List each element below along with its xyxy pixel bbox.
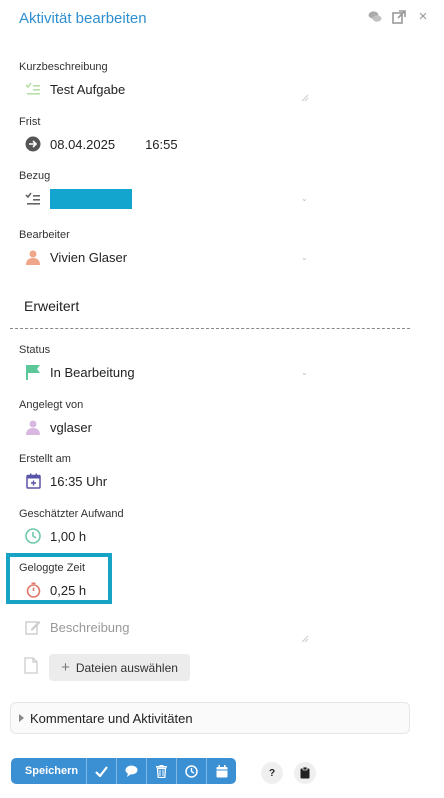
save-button[interactable]: Speichern [11,758,87,784]
edit-icon [24,618,42,636]
field-label: Geschätzter Aufwand [19,508,124,520]
external-link-icon[interactable] [392,10,406,24]
flag-icon [24,363,42,381]
trash-icon [156,764,167,778]
field-label: Frist [19,116,41,128]
field-status: Status In Bearbeitung ⌄ [19,344,319,384]
field-label: Status [19,344,51,356]
time-log-button[interactable] [177,758,207,784]
complete-button[interactable] [87,758,117,784]
comments-activities-toggle[interactable]: Kommentare und Aktivitäten [10,702,410,734]
section-title-erweitert[interactable]: Erweitert [24,298,79,314]
user-icon [24,248,42,266]
field-beschreibung: Beschreibung [19,618,319,643]
field-label: Bearbeiter [19,229,70,241]
caret-right-icon [19,714,24,722]
delete-button[interactable] [147,758,177,784]
clock-icon [24,527,42,545]
field-label: Angelegt von [19,399,84,411]
check-icon [95,765,108,777]
field-geschaetzter-aufwand: Geschätzter Aufwand 1,00 h [19,508,319,548]
field-bearbeiter: Bearbeiter Vivien Glaser ⌄ [19,229,319,269]
select-files-button[interactable]: + Dateien auswählen [49,654,190,681]
plus-icon: + [61,659,70,676]
checklist-icon [24,190,42,208]
clipboard-button[interactable] [294,762,316,784]
aufwand-input[interactable]: 1,00 h [19,527,309,545]
field-frist: Frist 08.04.2025 16:55 [19,116,319,156]
clipboard-icon [300,767,310,779]
comment-icon [125,765,138,777]
calendar-icon [216,764,227,777]
bearbeiter-select[interactable]: Vivien Glaser [19,248,309,266]
chevron-down-icon[interactable]: ⌄ [301,253,308,262]
file-icon [24,657,40,675]
resize-handle-icon[interactable] [301,89,309,102]
frist-date-input[interactable]: 08.04.2025 [50,137,115,152]
chat-icon[interactable] [368,10,382,24]
calendar-button[interactable] [207,758,236,784]
chevron-down-icon[interactable]: ⌄ [301,368,308,377]
help-button[interactable]: ? [261,762,283,784]
section-divider [10,328,410,329]
field-label: Kurzbeschreibung [19,61,108,73]
comments-label: Kommentare und Aktivitäten [30,710,193,726]
dialog-title: Aktivität bearbeiten [19,10,147,27]
clock-icon [185,764,198,778]
chevron-down-icon[interactable]: ⌄ [301,194,308,203]
calendar-plus-icon [24,472,42,490]
user-icon [24,418,42,436]
resize-handle-icon[interactable] [301,630,309,643]
aufwand-value: 1,00 h [50,528,87,544]
frist-time-input[interactable]: 16:55 [145,137,178,152]
bezug-value-chip [50,189,132,209]
beschreibung-placeholder: Beschreibung [50,619,130,635]
field-kurzbeschreibung: Kurzbeschreibung Test Aufgabe [19,61,319,102]
field-label: Erstellt am [19,453,71,465]
help-label: ? [268,767,276,779]
highlight-box [6,553,112,604]
save-label: Speichern [24,765,79,777]
bearbeiter-value: Vivien Glaser [50,249,128,265]
field-erstellt-am: Erstellt am 16:35 Uhr [19,453,319,493]
close-icon[interactable]: × [416,9,430,24]
erstellt-am-value: 16:35 Uhr [50,473,108,489]
checklist-icon [24,80,42,98]
bezug-select[interactable] [19,189,309,209]
select-files-label: Dateien auswählen [75,660,178,675]
field-label: Bezug [19,170,51,182]
field-bezug: Bezug ⌄ [19,170,319,210]
arrow-circle-icon [24,135,42,153]
beschreibung-input[interactable]: Beschreibung [19,618,130,636]
comment-button[interactable] [117,758,147,784]
action-toolbar: Speichern [11,758,236,784]
status-select[interactable]: In Bearbeitung [19,363,309,381]
status-value: In Bearbeitung [50,364,135,380]
field-angelegt-von: Angelegt von vglaser [19,399,319,439]
kurzbeschreibung-value: Test Aufgabe [50,81,126,97]
kurzbeschreibung-input[interactable]: Test Aufgabe [19,80,309,98]
angelegt-von-value: vglaser [50,419,92,435]
dialog-header: Aktivität bearbeiten × [0,0,444,40]
